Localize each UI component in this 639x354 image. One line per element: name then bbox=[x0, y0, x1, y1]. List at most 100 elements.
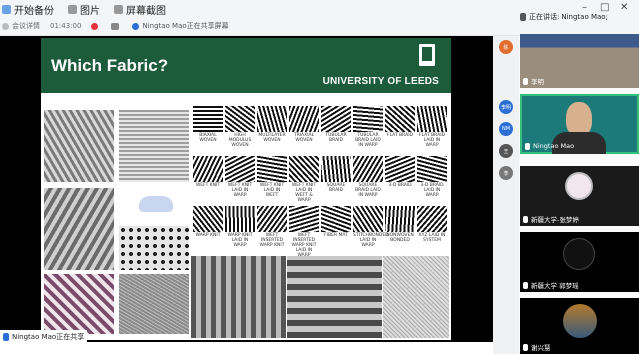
fabric-structure-cell: WEFT KNIT bbox=[193, 156, 223, 188]
video-label: 李明 bbox=[523, 76, 544, 86]
fabric-structure-diagram bbox=[257, 206, 287, 232]
screenshot-button[interactable]: 屏幕截图 bbox=[114, 2, 166, 17]
fabric-structure-label: WARP KNIT bbox=[195, 233, 221, 238]
woven-fabric-photo bbox=[44, 274, 114, 334]
meeting-status-row: 会议详情 01:43:00 Ningtao Mao正在共享屏幕 bbox=[2, 19, 229, 33]
participant-avatar[interactable]: 李明 bbox=[499, 100, 513, 114]
fabric-structure-diagram bbox=[193, 106, 223, 132]
fabric-structure-label: BIAXIAL WOVEN bbox=[199, 133, 217, 143]
mic-icon bbox=[523, 343, 528, 351]
meeting-timer: 01:43:00 bbox=[50, 22, 81, 30]
fabric-structure-diagram bbox=[193, 156, 223, 182]
video-name: 谢兴慧 bbox=[531, 344, 551, 352]
fabric-structure-cell: WARP KNIT LAID IN WARP bbox=[225, 206, 255, 248]
fabric-structure-cell: WEFT INSERTED WARP KNIT LAID IN WARP bbox=[289, 206, 319, 258]
participant-avatar[interactable]: NM bbox=[499, 122, 513, 136]
participant-avatar[interactable]: 李 bbox=[499, 166, 513, 180]
fabric-structure-cell: XYZ LAID IN SYSTEM bbox=[417, 206, 447, 243]
fabric-structure-diagram bbox=[385, 206, 415, 232]
video-tile-avatar[interactable]: 新疆大学-张梦婷 bbox=[520, 166, 639, 226]
fabric-structure-cell: HIGH MODULUS WOVEN bbox=[225, 106, 255, 148]
fabric-structure-label: WARP KNIT LAID IN WARP bbox=[227, 233, 253, 248]
fabric-structure-diagram bbox=[385, 156, 415, 182]
meeting-details-label: 会议详情 bbox=[12, 22, 40, 30]
meeting-details-button[interactable]: 会议详情 bbox=[2, 21, 40, 31]
fabric-structure-cell: WARP KNIT bbox=[193, 206, 223, 238]
video-label: 谢兴慧 bbox=[523, 342, 551, 352]
university-logo bbox=[419, 44, 435, 66]
fabric-structure-diagram bbox=[289, 156, 319, 182]
fine-weave-photo bbox=[383, 256, 449, 338]
avatar-image bbox=[565, 172, 593, 200]
screen-icon bbox=[111, 22, 120, 30]
video-label: Ningtao Mao bbox=[525, 142, 574, 150]
knit-fabric-photo bbox=[44, 110, 114, 182]
fabric-structure-cell: TRIAXIAL WOVEN bbox=[289, 106, 319, 143]
record-button[interactable] bbox=[91, 22, 101, 30]
fabric-structure-cell: WEFT KNIT LAID IN WEFT bbox=[257, 156, 287, 198]
closeup-weave-photo-2 bbox=[287, 256, 382, 338]
fabric-structure-diagram bbox=[417, 156, 447, 182]
fabric-structure-cell: 3-D BRAID LAID IN WARP bbox=[417, 156, 447, 198]
fabric-structure-diagram bbox=[289, 206, 319, 232]
screenshot-icon bbox=[114, 4, 123, 14]
speaking-name: Ningtao Mao; bbox=[561, 13, 608, 21]
fabric-structure-label: WEFT INSERTED WARP KNIT LAID IN WARP bbox=[291, 233, 317, 258]
mic-icon bbox=[3, 333, 9, 341]
mic-icon bbox=[523, 281, 528, 289]
video-tile-avatar-2[interactable]: 新疆大学 郭梦瑶 bbox=[520, 232, 639, 292]
video-tile-room[interactable]: 李明 bbox=[520, 34, 639, 88]
start-backup-button[interactable]: 开始备份 bbox=[0, 2, 54, 17]
speaking-prefix: 正在讲话: bbox=[529, 13, 560, 21]
fabric-structure-cell: WEFT INSERTED WARP KNIT bbox=[257, 206, 287, 248]
braided-fabric-photo bbox=[44, 188, 114, 270]
shared-screen[interactable]: Which Fabric? UNIVERSITY OF LEEDS BIAXIA… bbox=[0, 36, 493, 342]
video-label: 新疆大学-张梦婷 bbox=[523, 214, 579, 224]
fabric-structure-cell: MULTILAYER WOVEN bbox=[257, 106, 287, 143]
info-icon bbox=[2, 22, 9, 30]
share-notice-text: Ningtao Mao正在共享屏幕 bbox=[142, 22, 229, 30]
fabric-structure-label: NONWOVEN BONDED bbox=[386, 233, 414, 243]
speaker-face bbox=[566, 102, 592, 136]
record-icon bbox=[91, 22, 99, 30]
fabric-structure-label: SQUARE BRAID LAID IN WARP bbox=[355, 183, 381, 198]
fabric-structure-diagram bbox=[321, 206, 351, 232]
fabric-structure-diagram bbox=[257, 106, 287, 132]
clip-button[interactable]: 图片 bbox=[68, 2, 100, 17]
video-name: 李明 bbox=[531, 78, 544, 86]
image-icon bbox=[68, 4, 77, 14]
participant-avatar[interactable]: 陈 bbox=[499, 40, 513, 54]
fabric-structure-diagram bbox=[193, 206, 223, 232]
fabric-structure-label: MULTILAYER WOVEN bbox=[258, 133, 286, 143]
share-notice: Ningtao Mao正在共享屏幕 bbox=[132, 21, 229, 31]
video-tile-speaker[interactable]: Ningtao Mao bbox=[520, 94, 639, 154]
fabric-structure-diagram bbox=[417, 206, 447, 232]
fabric-structure-cell: BIAXIAL WOVEN bbox=[193, 106, 223, 143]
fabric-structure-diagram bbox=[353, 206, 383, 232]
fabric-structure-diagram bbox=[225, 106, 255, 132]
shoe-shape bbox=[139, 196, 173, 212]
screen-toggle[interactable] bbox=[111, 22, 122, 30]
fabric-structure-label: STITCHBONDED LAID IN WARP bbox=[353, 233, 389, 248]
university-name: UNIVERSITY OF LEEDS bbox=[322, 76, 439, 87]
video-tile-avatar-3[interactable]: 谢兴慧 bbox=[520, 298, 639, 354]
toolbar-row: 开始备份 图片 屏幕截图 bbox=[0, 2, 180, 17]
fabric-structure-cell: FLAT BRAID LAID IN WARP bbox=[417, 106, 447, 148]
fabric-structure-cell: WEFT KNIT LAID IN WARP bbox=[225, 156, 255, 198]
fabric-structure-label: XYZ LAID IN SYSTEM bbox=[418, 233, 446, 243]
fabric-structure-diagram bbox=[225, 156, 255, 182]
participant-avatar[interactable]: 王 bbox=[499, 144, 513, 158]
fabric-structure-label: HIGH MODULUS WOVEN bbox=[228, 133, 252, 148]
meeting-window: 开始备份 图片 屏幕截图 会议详情 01:43:00 Ningtao Mao正在… bbox=[0, 0, 639, 354]
video-name: Ningtao Mao bbox=[533, 142, 575, 150]
fabric-structure-cell: WEFT KNIT LAID IN WEFT & WARP bbox=[289, 156, 319, 203]
fabric-structure-diagram bbox=[289, 106, 319, 132]
fabric-structure-label: WEFT KNIT LAID IN WEFT bbox=[259, 183, 285, 198]
timer-label: 01:43:00 bbox=[50, 22, 82, 30]
video-name: 新疆大学 郭梦瑶 bbox=[531, 282, 579, 290]
screenshot-label: 屏幕截图 bbox=[126, 5, 166, 17]
fabric-structure-diagram bbox=[321, 156, 351, 182]
fabric-structure-cell: NONWOVEN BONDED bbox=[385, 206, 415, 243]
fabric-structure-cell: FIBER MAT bbox=[321, 206, 351, 238]
avatar-image bbox=[563, 304, 597, 338]
